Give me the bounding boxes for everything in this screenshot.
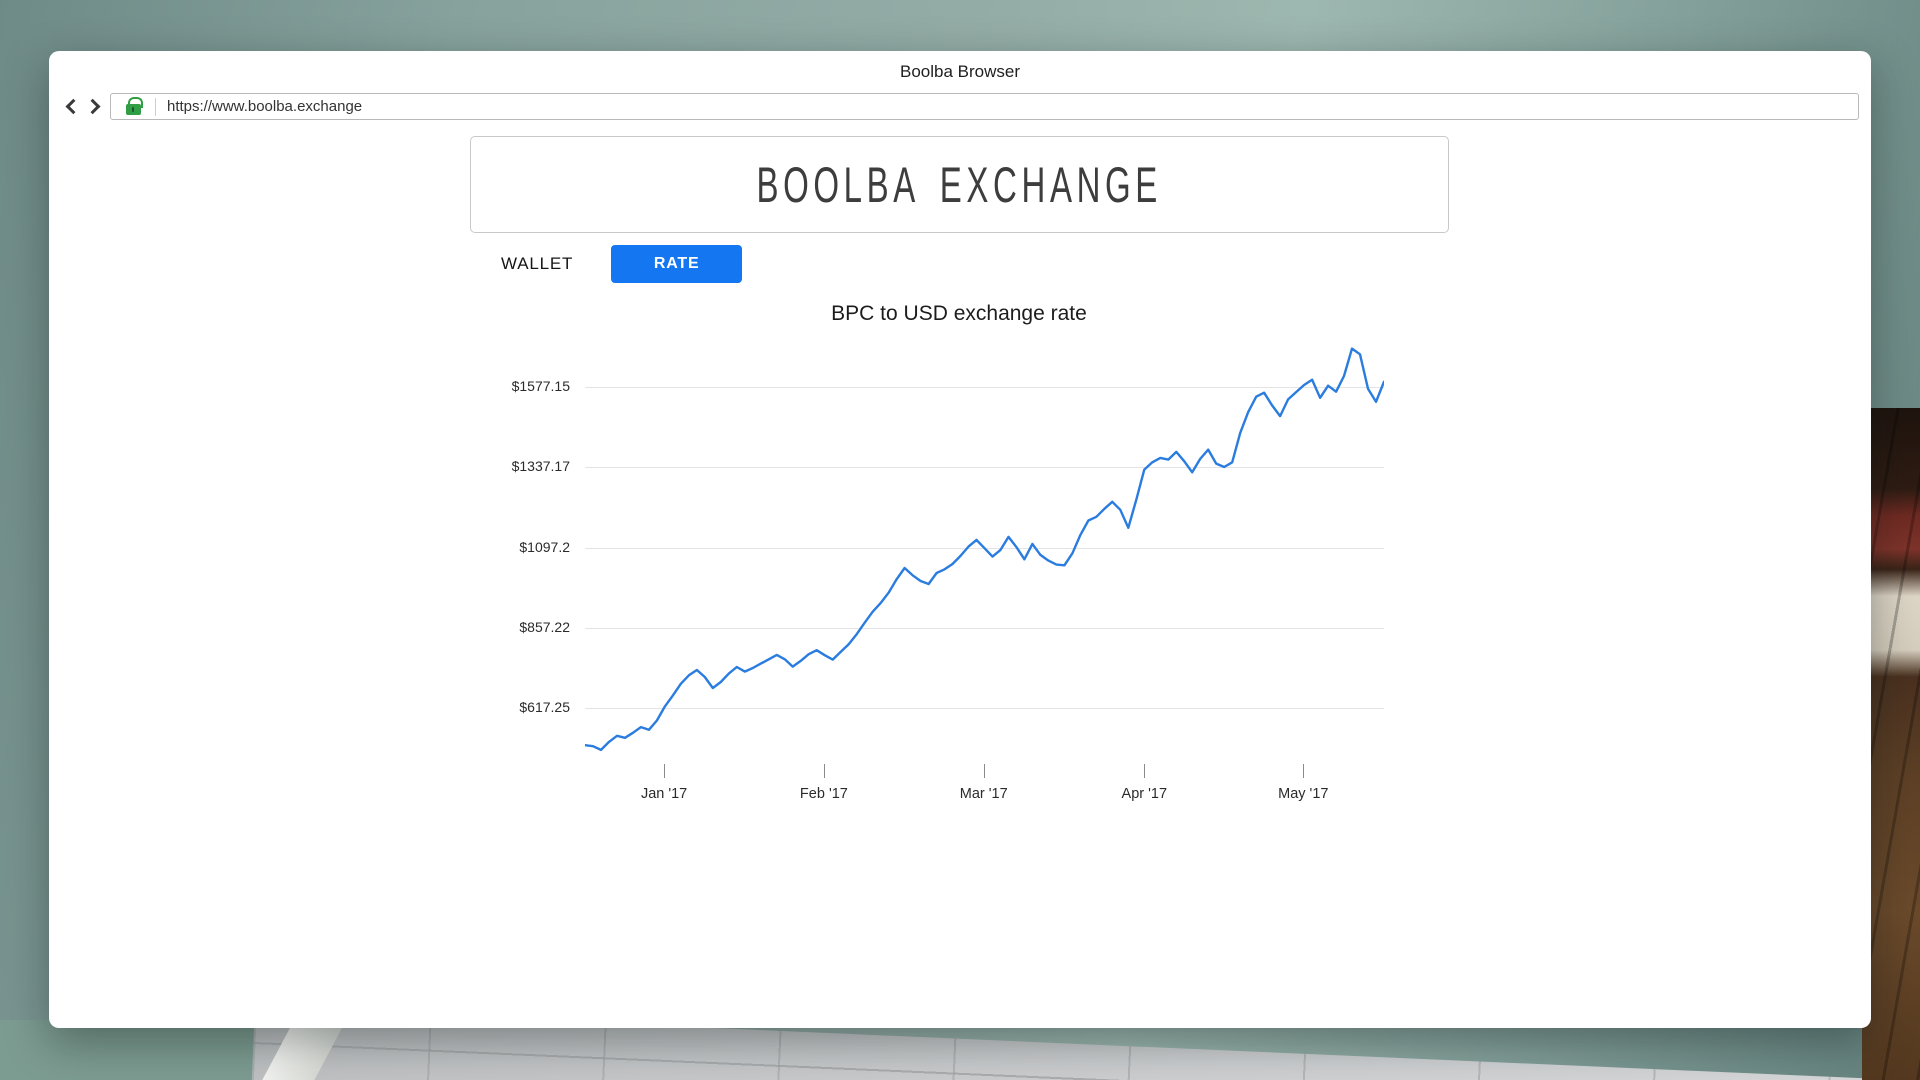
tab-wallet[interactable]: WALLET bbox=[501, 254, 573, 274]
window-titlebar[interactable]: Boolba Browser bbox=[49, 51, 1871, 89]
chevron-left-icon bbox=[65, 98, 81, 114]
browser-window: Boolba Browser BOOLBA EXCHANGE WALLET RA… bbox=[49, 51, 1871, 1028]
lock-icon bbox=[126, 104, 141, 115]
ssl-lock-button[interactable] bbox=[111, 98, 155, 115]
chevron-right-icon bbox=[84, 98, 100, 114]
tab-bar: WALLET RATE bbox=[501, 245, 742, 283]
y-axis-label: $857.22 bbox=[465, 619, 570, 635]
chart-title: BPC to USD exchange rate bbox=[489, 302, 1429, 330]
site-header-box: BOOLBA EXCHANGE bbox=[470, 136, 1449, 233]
y-axis-label: $617.25 bbox=[465, 699, 570, 715]
window-title: Boolba Browser bbox=[49, 51, 1871, 89]
desktop-background: Boolba Browser BOOLBA EXCHANGE WALLET RA… bbox=[0, 0, 1920, 1080]
y-axis-label: $1577.15 bbox=[465, 378, 570, 394]
site-title: BOOLBA EXCHANGE bbox=[757, 156, 1162, 214]
url-input[interactable] bbox=[156, 95, 1858, 118]
chart-plot: $1577.15$1337.17$1097.2$857.22$617.25Jan… bbox=[585, 340, 1384, 810]
forward-button[interactable] bbox=[82, 92, 108, 120]
y-axis-label: $1337.17 bbox=[465, 458, 570, 474]
y-axis-label: $1097.2 bbox=[465, 539, 570, 555]
browser-toolbar bbox=[49, 92, 1871, 122]
back-button[interactable] bbox=[57, 92, 83, 120]
tab-rate[interactable]: RATE bbox=[611, 245, 742, 283]
rate-line-series bbox=[585, 349, 1384, 750]
exchange-rate-line-chart bbox=[585, 340, 1384, 810]
address-bar[interactable] bbox=[110, 93, 1859, 120]
